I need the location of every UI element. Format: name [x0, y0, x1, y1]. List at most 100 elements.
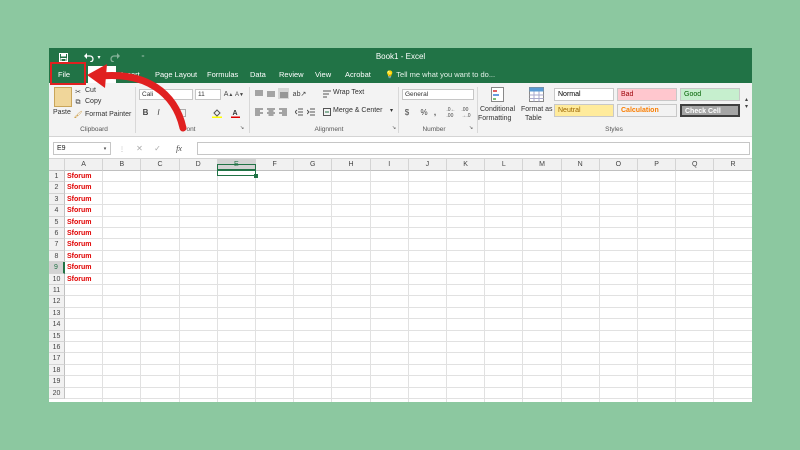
increase-indent-icon[interactable]: [306, 107, 315, 116]
cell-a1[interactable]: Sforum: [67, 171, 92, 182]
decrease-indent-icon[interactable]: [294, 107, 303, 116]
align-center-icon[interactable]: [266, 107, 275, 116]
tab-acrobat[interactable]: Acrobat: [345, 66, 371, 83]
name-box-dropdown-icon[interactable]: ▾: [101, 145, 109, 153]
decrease-decimal-icon[interactable]: .00 →.0: [460, 107, 472, 119]
row-header-7[interactable]: 7: [49, 239, 65, 251]
increase-decimal-icon[interactable]: .0← .00: [445, 107, 457, 119]
conditional-formatting-icon[interactable]: [490, 86, 508, 104]
font-dialog-launcher-icon[interactable]: ↘: [239, 125, 245, 131]
row-header-2[interactable]: 2: [49, 182, 65, 194]
styles-gallery-scroll-icon[interactable]: ▴ ▾: [743, 88, 750, 117]
column-header-h[interactable]: H: [332, 159, 371, 171]
paste-button[interactable]: Paste: [53, 109, 71, 116]
row-header-20[interactable]: 20: [49, 387, 65, 399]
currency-button[interactable]: $: [403, 107, 411, 118]
insert-function-button[interactable]: fx: [173, 143, 185, 154]
cell-a10[interactable]: Sforum: [67, 274, 92, 285]
row-header-6[interactable]: 6: [49, 228, 65, 240]
column-header-f[interactable]: F: [256, 159, 295, 171]
cell-a8[interactable]: Sforum: [67, 251, 92, 262]
align-top-icon[interactable]: [254, 89, 263, 98]
percent-button[interactable]: %: [420, 107, 428, 118]
row-header-17[interactable]: 17: [49, 353, 65, 365]
row-header-15[interactable]: 15: [49, 330, 65, 342]
fill-color-icon[interactable]: [211, 107, 223, 118]
cell-a7[interactable]: Sforum: [67, 239, 92, 250]
number-dialog-launcher-icon[interactable]: ↘: [468, 125, 474, 131]
column-header-m[interactable]: M: [523, 159, 562, 171]
spreadsheet-grid[interactable]: A B C D E F G H I J K L M N O P Q R 1 2 3 4 5 6 7 8 9 10 11 12 13 14 15 1…: [49, 159, 752, 402]
style-calculation[interactable]: Calculation: [617, 104, 677, 117]
column-header-p[interactable]: P: [638, 159, 677, 171]
format-painter-icon[interactable]: 🖌: [74, 110, 83, 119]
font-size-combo[interactable]: 11: [195, 89, 221, 100]
style-neutral[interactable]: Neutral: [554, 104, 614, 117]
grow-font-icon[interactable]: A ▲: [224, 89, 234, 100]
selected-cell-e9[interactable]: [217, 164, 258, 178]
style-check-cell[interactable]: Check Cell: [680, 104, 740, 117]
row-header-19[interactable]: 19: [49, 376, 65, 388]
merge-center-button[interactable]: Merge & Center: [333, 107, 382, 114]
column-header-d[interactable]: D: [179, 159, 218, 171]
align-middle-icon[interactable]: [266, 89, 275, 98]
row-header-4[interactable]: 4: [49, 205, 65, 217]
align-bottom-icon[interactable]: [278, 88, 289, 99]
column-header-n[interactable]: N: [561, 159, 600, 171]
cell-a9[interactable]: Sforum: [67, 262, 92, 273]
column-header-r[interactable]: R: [714, 159, 752, 171]
cell-a3[interactable]: Sforum: [67, 194, 92, 205]
row-header-18[interactable]: 18: [49, 364, 65, 377]
column-header-a[interactable]: A: [65, 159, 104, 171]
tab-review[interactable]: Review: [279, 66, 304, 83]
column-header-q[interactable]: Q: [676, 159, 715, 171]
format-as-table-label-2[interactable]: Table: [525, 115, 542, 122]
paste-icon[interactable]: [54, 87, 72, 107]
style-normal[interactable]: Normal: [554, 88, 614, 101]
alignment-dialog-launcher-icon[interactable]: ↘: [391, 125, 397, 131]
column-header-o[interactable]: O: [599, 159, 638, 171]
cell-a5[interactable]: Sforum: [67, 217, 92, 228]
row-header-3[interactable]: 3: [49, 193, 65, 206]
copy-icon[interactable]: ⧉: [74, 98, 82, 107]
row-header-10[interactable]: 10: [49, 273, 65, 285]
format-as-table-icon[interactable]: [528, 86, 546, 104]
wrap-text-icon[interactable]: [322, 89, 331, 98]
formula-input[interactable]: [197, 142, 750, 155]
row-header-1[interactable]: 1: [49, 171, 65, 183]
row-header-16[interactable]: 16: [49, 342, 65, 354]
select-all-corner[interactable]: [49, 159, 65, 171]
row-header-12[interactable]: 12: [49, 296, 65, 308]
number-format-combo[interactable]: General: [402, 89, 474, 100]
tab-formulas[interactable]: Formulas: [207, 66, 238, 83]
conditional-formatting-label-1[interactable]: Conditional: [480, 106, 515, 113]
column-header-j[interactable]: J: [408, 159, 447, 171]
merge-dropdown-icon[interactable]: ▾: [390, 107, 393, 114]
wrap-text-button[interactable]: Wrap Text: [333, 89, 364, 96]
column-header-c[interactable]: C: [141, 159, 180, 171]
column-header-b[interactable]: B: [103, 159, 142, 171]
tab-view[interactable]: View: [315, 66, 331, 83]
orientation-icon[interactable]: ab↗: [293, 89, 307, 98]
tell-me-box[interactable]: 💡 Tell me what you want to do...: [385, 66, 495, 83]
tab-data[interactable]: Data: [250, 66, 266, 83]
shrink-font-icon[interactable]: A ▼: [235, 89, 244, 100]
style-bad[interactable]: Bad: [617, 88, 677, 101]
style-good[interactable]: Good: [680, 88, 740, 101]
row-header-14[interactable]: 14: [49, 319, 65, 331]
column-header-g[interactable]: G: [294, 159, 333, 171]
row-header-8[interactable]: 8: [49, 250, 65, 263]
cell-a2[interactable]: Sforum: [67, 182, 92, 193]
row-header-9[interactable]: 9: [49, 262, 65, 274]
row-header-11[interactable]: 11: [49, 285, 65, 297]
font-color-icon[interactable]: A: [230, 107, 240, 118]
align-right-icon[interactable]: [278, 107, 287, 116]
comma-button[interactable]: ,: [431, 107, 439, 118]
column-header-l[interactable]: L: [485, 159, 524, 171]
align-left-icon[interactable]: [254, 107, 263, 116]
row-header-13[interactable]: 13: [49, 307, 65, 320]
cell-a6[interactable]: Sforum: [67, 228, 92, 239]
cell-a4[interactable]: Sforum: [67, 205, 92, 216]
row-header-5[interactable]: 5: [49, 216, 65, 228]
cut-icon[interactable]: ✂: [74, 87, 82, 96]
